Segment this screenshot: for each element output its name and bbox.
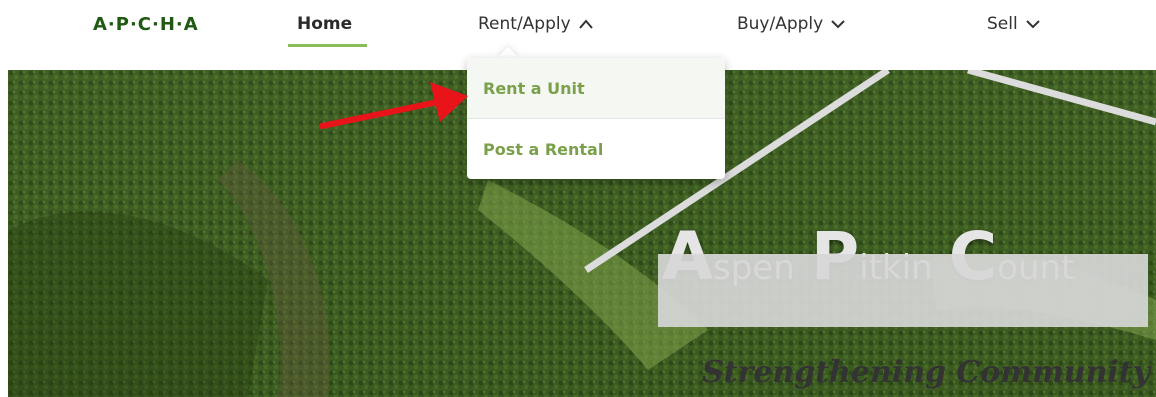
nav-sell-label: Sell [987,14,1018,34]
annotation-arrow-icon [319,82,468,129]
nav-sell[interactable]: Sell [987,14,1040,34]
rent-apply-dropdown: Rent a Unit Post a Rental [467,58,725,179]
menu-item-rent-a-unit[interactable]: Rent a Unit [467,58,725,118]
menu-item-post-a-rental[interactable]: Post a Rental [467,119,725,179]
nav-home-label: Home [297,14,353,34]
nav-rent-apply-label: Rent/Apply [478,14,571,34]
menu-item-label: Post a Rental [483,139,604,159]
hero-tagline: Strengthening Community Th [702,355,1156,390]
nav-home[interactable]: Home [297,14,352,34]
chevron-up-icon [578,19,593,29]
nav-buy-apply-label: Buy/Apply [737,14,824,34]
nav-buy-apply[interactable]: Buy/Apply [737,14,845,34]
site-logo[interactable]: A·P·C·H·A [93,14,199,35]
chevron-down-icon [831,20,845,29]
tagline-banner [658,254,1148,327]
chevron-down-icon [1025,20,1040,29]
active-tab-underline [288,44,367,47]
nav-rent-apply[interactable]: Rent/Apply [478,14,593,34]
menu-item-label: Rent a Unit [483,78,585,98]
